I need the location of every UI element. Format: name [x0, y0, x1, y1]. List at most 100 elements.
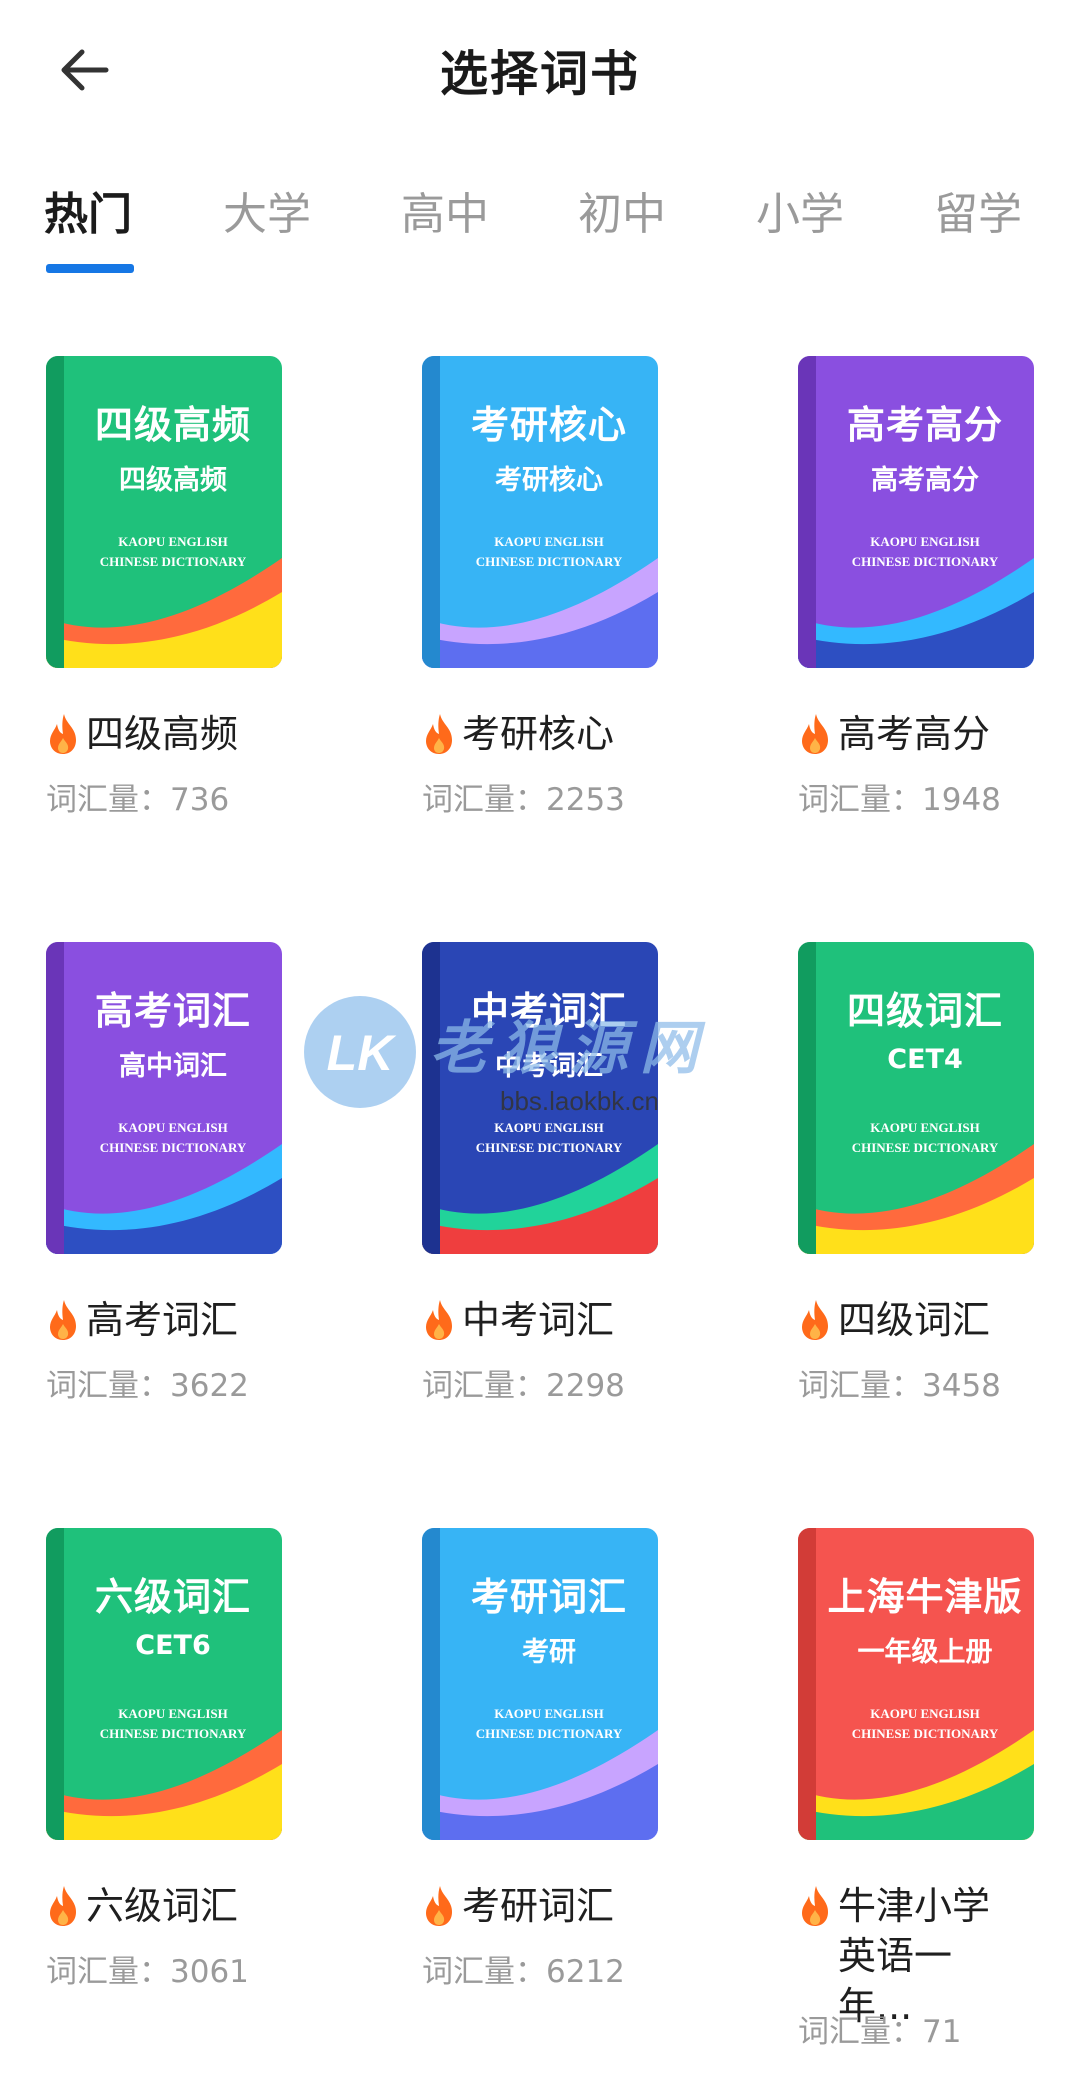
active-tab-indicator: [46, 264, 134, 273]
fire-icon: [50, 1886, 76, 1926]
cover-title: 六级词汇: [94, 1575, 251, 1619]
cover-title: 上海牛津版: [827, 1575, 1023, 1619]
vocab-count-value: 3061: [170, 1954, 249, 1990]
book-name: 四级词汇: [798, 1295, 1080, 1345]
vocab-count-label: 词汇量：: [46, 1368, 170, 1404]
svg-text:老狼源网: 老狼源网: [430, 1014, 710, 1082]
cover-subtitle: 高考高分: [871, 465, 979, 496]
tab-university[interactable]: 大学: [207, 178, 327, 242]
cover-subtitle: 高中词汇: [119, 1051, 227, 1082]
fire-icon: [50, 714, 76, 754]
book-name: 高考词汇: [46, 1295, 346, 1345]
cover-wave: [46, 1720, 282, 1840]
cover-wave: [46, 548, 282, 668]
vocab-count: 词汇量：2253: [422, 774, 625, 819]
book-name: 四级高频: [46, 709, 346, 759]
cover-wave: [798, 548, 1034, 668]
vocab-count-label: 词汇量：: [46, 1954, 170, 1990]
fire-icon: [50, 1300, 76, 1340]
cover-title: 高考高分: [846, 403, 1003, 447]
vocab-count-value: 6212: [546, 1954, 625, 1990]
book-name-text: 高考词汇: [86, 1298, 239, 1342]
cover-subtitle: 一年级上册: [857, 1637, 993, 1668]
cover-subtitle: 考研: [522, 1637, 576, 1668]
book-cover[interactable]: 考研核心 考研核心 KAOPU ENGLISH CHINESE DICTIONA…: [422, 356, 658, 668]
vocab-count-value: 736: [170, 782, 230, 818]
cover-wave: [422, 1720, 658, 1840]
cover-wave: [798, 1720, 1034, 1840]
cover-wave: [422, 1134, 658, 1254]
vocab-count: 词汇量：3458: [798, 1360, 1001, 1405]
vocab-count-label: 词汇量：: [422, 1954, 546, 1990]
vocab-count: 词汇量：6212: [422, 1946, 625, 1991]
vocab-count-value: 3622: [170, 1368, 249, 1404]
svg-text:bbs.laokbk.cn: bbs.laokbk.cn: [500, 1086, 659, 1116]
vocab-count-label: 词汇量：: [422, 782, 546, 818]
cover-title: 考研词汇: [470, 1575, 627, 1619]
vocab-count: 词汇量：3622: [46, 1360, 249, 1405]
vocab-count: 词汇量：3061: [46, 1946, 249, 1991]
book-name: 考研核心: [422, 709, 722, 759]
cover-title: 考研核心: [470, 403, 627, 447]
book-name-text: 六级词汇: [86, 1884, 239, 1928]
fire-icon: [426, 714, 452, 754]
page-title: 选择词书: [439, 46, 640, 102]
vocab-count: 词汇量：2298: [422, 1360, 625, 1405]
cover-title: 四级词汇: [846, 989, 1003, 1033]
book-name-text: 中考词汇: [462, 1298, 615, 1342]
book-name-text: 高考高分: [838, 712, 991, 756]
book-name: 考研词汇: [422, 1881, 722, 1931]
book-name: 中考词汇: [422, 1295, 722, 1345]
book-cover[interactable]: 四级高频 四级高频 KAOPU ENGLISH CHINESE DICTIONA…: [46, 356, 282, 668]
cover-subtitle: 四级高频: [119, 465, 227, 496]
vocab-count: 词汇量：736: [46, 774, 229, 819]
tab-middle-school[interactable]: 初中: [562, 178, 682, 242]
watermark: LK 老狼源网 bbs.laokbk.cn: [300, 990, 820, 1124]
book-name-text: 考研核心: [462, 712, 615, 756]
book-name-text: 四级词汇: [838, 1298, 991, 1342]
book-name-text: 考研词汇: [462, 1884, 615, 1928]
tab-primary-school[interactable]: 小学: [740, 178, 860, 242]
book-cover[interactable]: 四级词汇 CET4 KAOPU ENGLISH CHINESE DICTIONA…: [798, 942, 1034, 1254]
vocab-count: 词汇量：71: [798, 2006, 961, 2051]
cover-title: 四级高频: [94, 403, 251, 447]
vocab-count-value: 71: [922, 2014, 962, 2050]
tab-study-abroad[interactable]: 留学: [918, 178, 1038, 242]
book-name-text: 四级高频: [86, 712, 239, 756]
book-cover[interactable]: 考研词汇 考研 KAOPU ENGLISH CHINESE DICTIONARY: [422, 1528, 658, 1840]
vocab-count-label: 词汇量：: [798, 782, 922, 818]
vocab-count-value: 1948: [922, 782, 1001, 818]
category-tabs: 热门 大学 高中 初中 小学 留学: [0, 160, 1080, 280]
tab-hot[interactable]: 热门: [28, 178, 148, 242]
vocab-count-label: 词汇量：: [46, 782, 170, 818]
tab-high-school[interactable]: 高中: [385, 178, 505, 242]
vocab-count-value: 3458: [922, 1368, 1001, 1404]
vocab-count-label: 词汇量：: [798, 1368, 922, 1404]
cover-subtitle: CET6: [135, 1630, 211, 1661]
book-cover[interactable]: 高考词汇 高中词汇 KAOPU ENGLISH CHINESE DICTIONA…: [46, 942, 282, 1254]
fire-icon: [426, 1300, 452, 1340]
fire-icon: [802, 1300, 828, 1340]
book-name: 六级词汇: [46, 1881, 346, 1931]
cover-title: 高考词汇: [94, 989, 251, 1033]
book-name: 高考高分: [798, 709, 1080, 759]
fire-icon: [802, 714, 828, 754]
book-cover[interactable]: 六级词汇 CET6 KAOPU ENGLISH CHINESE DICTIONA…: [46, 1528, 282, 1840]
vocab-count-value: 2253: [546, 782, 625, 818]
cover-wave: [798, 1134, 1034, 1254]
header-bar: 选择词书: [0, 0, 1080, 130]
vocab-count-label: 词汇量：: [798, 2014, 922, 2050]
book-cover[interactable]: 上海牛津版 一年级上册 KAOPU ENGLISH CHINESE DICTIO…: [798, 1528, 1034, 1840]
vocab-count: 词汇量：1948: [798, 774, 1001, 819]
cover-subtitle: 考研核心: [495, 465, 603, 496]
cover-wave: [422, 548, 658, 668]
cover-subtitle: CET4: [887, 1044, 963, 1075]
fire-icon: [426, 1886, 452, 1926]
cover-wave: [46, 1134, 282, 1254]
book-cover[interactable]: 高考高分 高考高分 KAOPU ENGLISH CHINESE DICTIONA…: [798, 356, 1034, 668]
vocab-count-label: 词汇量：: [422, 1368, 546, 1404]
watermark-logo: LK 老狼源网 bbs.laokbk.cn: [304, 996, 710, 1116]
fire-icon: [802, 1886, 828, 1926]
vocab-count-value: 2298: [546, 1368, 625, 1404]
svg-text:LK: LK: [327, 1025, 398, 1081]
